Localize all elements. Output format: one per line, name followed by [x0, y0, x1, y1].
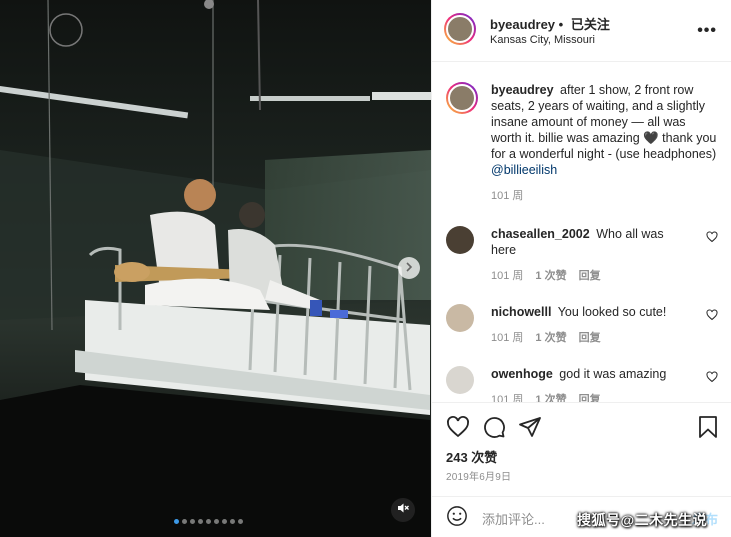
like-heart-icon[interactable] [446, 415, 470, 439]
separator: • [558, 17, 564, 32]
caption-username[interactable]: byeaudrey [491, 83, 554, 97]
avatar[interactable] [444, 13, 476, 45]
carousel-indicator [174, 519, 243, 524]
comment-meta: 101 周 1 次赞 回复 [491, 267, 718, 283]
carousel-dot [174, 519, 179, 524]
comment-body: owenhoge god it was amazing [491, 366, 718, 382]
comment-input[interactable]: 添加评论... [482, 509, 545, 528]
next-slide-button[interactable] [398, 257, 420, 279]
carousel-dot [206, 519, 211, 524]
caption-meta: 101 周 [491, 187, 718, 203]
comment-meta: 101 周 1 次赞 回复 [491, 391, 718, 402]
comment-age[interactable]: 101 周 [491, 391, 523, 402]
carousel-dot [198, 519, 203, 524]
comment-likes[interactable]: 1 次赞 [535, 329, 566, 345]
header-username[interactable]: byeaudrey [490, 17, 555, 32]
caption-body: byeaudrey after 1 show, 2 front row seat… [491, 82, 718, 178]
carousel-dot [222, 519, 227, 524]
avatar[interactable] [446, 366, 474, 394]
comment-body: chaseallen_2002 Who all was here [491, 226, 718, 258]
comment-meta: 101 周 1 次赞 回复 [491, 329, 718, 345]
post-media[interactable] [0, 0, 431, 537]
comment-age[interactable]: 101 周 [491, 267, 523, 283]
emoji-icon[interactable] [446, 505, 468, 527]
comment-likes[interactable]: 1 次赞 [535, 391, 566, 402]
caption-age[interactable]: 101 周 [491, 187, 523, 203]
location-link[interactable]: Kansas City, Missouri [490, 34, 595, 46]
reply-button[interactable]: 回复 [579, 267, 601, 283]
reply-button[interactable]: 回复 [579, 391, 601, 402]
carousel-dot [182, 519, 187, 524]
mute-toggle-button[interactable] [391, 498, 415, 522]
avatar[interactable] [446, 304, 474, 332]
carousel-dot [190, 519, 195, 524]
comment-body: nichowelll You looked so cute! [491, 304, 718, 320]
post-details-panel: byeaudrey • 已关注 Kansas City, Missouri ••… [431, 0, 731, 537]
carousel-dot [230, 519, 235, 524]
caption: byeaudrey after 1 show, 2 front row seat… [446, 82, 718, 203]
avatar[interactable] [446, 82, 478, 114]
likes-count[interactable]: 243 次赞 [446, 447, 497, 466]
comment-username[interactable]: nichowelll [491, 305, 551, 319]
heart-icon[interactable] [706, 370, 718, 383]
list-item: chaseallen_2002 Who all was here 101 周 1… [446, 226, 718, 283]
avatar[interactable] [446, 226, 474, 254]
bookmark-icon[interactable] [696, 415, 720, 439]
post-header: byeaudrey • 已关注 Kansas City, Missouri ••… [432, 0, 731, 62]
post-date: 2019年6月9日 [446, 472, 512, 483]
carousel-dot [238, 519, 243, 524]
chevron-right-icon [404, 259, 414, 277]
comment-username[interactable]: chaseallen_2002 [491, 227, 590, 241]
comment-age[interactable]: 101 周 [491, 329, 523, 345]
list-item: owenhoge god it was amazing 101 周 1 次赞 回… [446, 366, 718, 402]
comment-composer: 添加评论... 发布 搜狐号@二木先生说 [432, 496, 731, 537]
mention-link[interactable]: @billieeilish [491, 163, 557, 177]
watermark: 搜狐号@二木先生说 [577, 512, 708, 528]
comment-text: god it was amazing [559, 367, 667, 381]
heart-icon[interactable] [706, 308, 718, 321]
follow-status[interactable]: 已关注 [571, 17, 610, 32]
share-send-icon[interactable] [518, 415, 542, 439]
concert-photo [0, 0, 431, 537]
header-username-line: byeaudrey • 已关注 [490, 14, 610, 33]
comment-likes[interactable]: 1 次赞 [535, 267, 566, 283]
comment-bubble-icon[interactable] [482, 415, 506, 439]
reply-button[interactable]: 回复 [579, 329, 601, 345]
more-options-button[interactable]: ••• [697, 22, 717, 40]
carousel-dot [214, 519, 219, 524]
list-item: nichowelll You looked so cute! 101 周 1 次… [446, 304, 718, 345]
comment-username[interactable]: owenhoge [491, 367, 553, 381]
comments-list[interactable]: byeaudrey after 1 show, 2 front row seat… [432, 62, 731, 402]
action-bar: 243 次赞 2019年6月9日 [432, 402, 731, 496]
comment-text: You looked so cute! [557, 305, 667, 319]
muted-speaker-icon [396, 501, 410, 520]
heart-icon[interactable] [706, 230, 718, 243]
